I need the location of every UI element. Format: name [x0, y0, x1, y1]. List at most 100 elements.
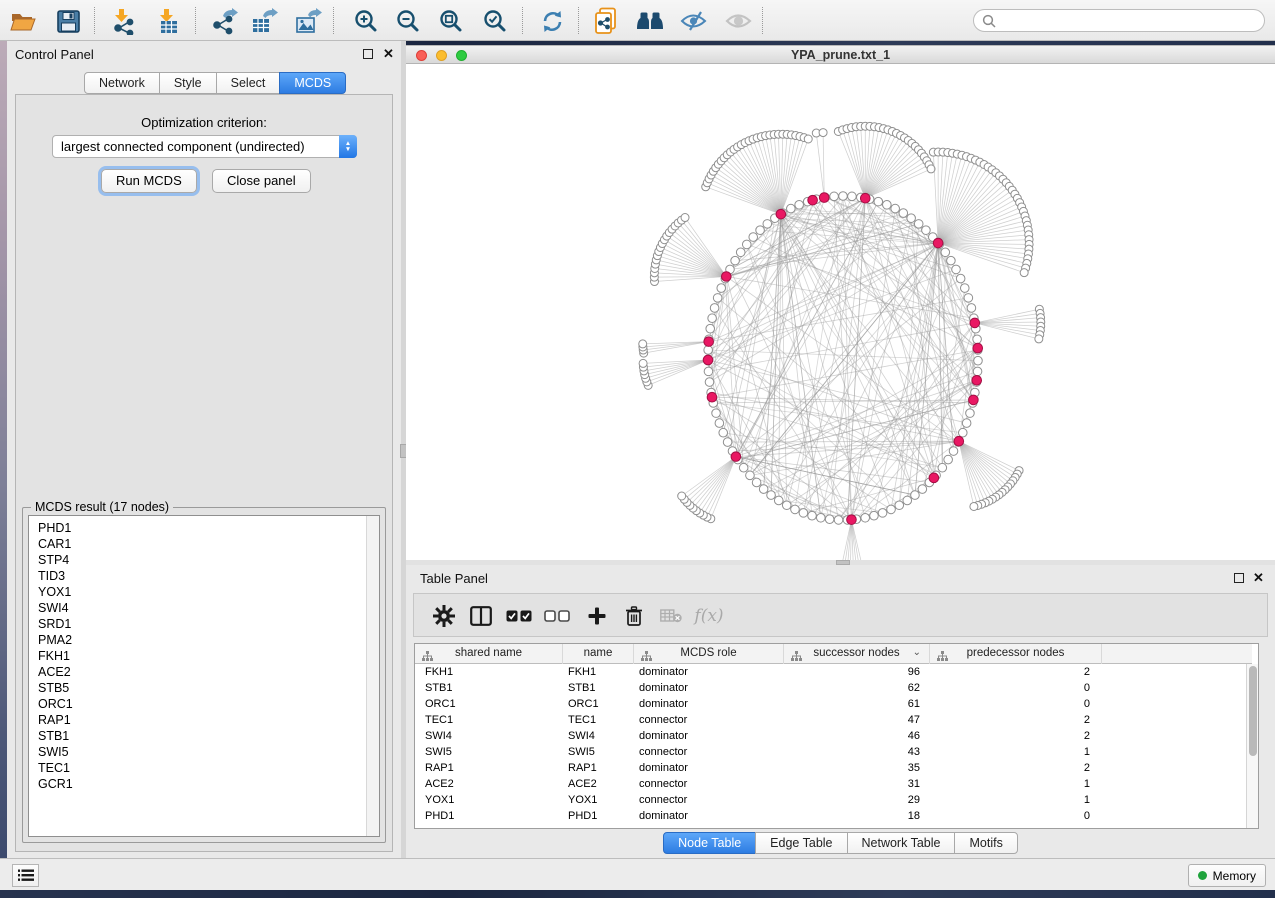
select-all-columns-button[interactable] [504, 601, 534, 631]
network-node[interactable] [749, 233, 758, 242]
network-node[interactable] [895, 501, 904, 510]
network-node[interactable] [804, 135, 812, 143]
network-node[interactable] [958, 428, 967, 437]
network-node[interactable] [712, 409, 721, 418]
network-node[interactable] [966, 409, 975, 418]
network-node[interactable] [713, 294, 722, 303]
network-node[interactable] [1035, 335, 1043, 343]
mcds-hub-node[interactable] [933, 238, 943, 248]
network-node[interactable] [967, 304, 976, 313]
table-row[interactable]: RAP1RAP1dominator352 [415, 760, 1252, 776]
mcds-hub-node[interactable] [969, 395, 979, 405]
mcds-result-item[interactable]: STB1 [29, 728, 379, 744]
mcds-result-item[interactable]: SWI4 [29, 600, 379, 616]
network-node[interactable] [763, 220, 772, 229]
table-row[interactable]: YOX1YOX1connector291 [415, 792, 1252, 808]
network-node[interactable] [639, 340, 647, 348]
mcds-hub-node[interactable] [970, 318, 980, 328]
new-network-from-selection-button[interactable] [591, 6, 621, 36]
mcds-hub-node[interactable] [707, 392, 717, 402]
network-node[interactable] [715, 419, 724, 428]
network-node[interactable] [736, 248, 745, 257]
network-node[interactable] [973, 335, 982, 344]
mcds-list-scrollbar[interactable] [366, 516, 379, 836]
scrollbar-thumb[interactable] [1249, 666, 1257, 756]
network-node[interactable] [944, 455, 953, 464]
network-node[interactable] [639, 359, 647, 367]
network-node[interactable] [1020, 269, 1028, 277]
table-row[interactable]: SWI5SWI5connector431 [415, 744, 1252, 760]
update-layout-button[interactable] [537, 6, 567, 36]
mcds-hub-node[interactable] [703, 355, 713, 365]
hide-selected-graphics-button[interactable] [678, 6, 708, 36]
zoom-out-button[interactable] [393, 6, 423, 36]
network-node[interactable] [839, 192, 848, 201]
network-node[interactable] [799, 509, 808, 518]
tab-node-table[interactable]: Node Table [663, 832, 756, 854]
tab-style[interactable]: Style [159, 72, 217, 94]
float-panel-icon[interactable] [1234, 573, 1244, 583]
network-node[interactable] [861, 513, 870, 522]
network-node[interactable] [731, 256, 740, 265]
mcds-hub-node[interactable] [954, 436, 964, 446]
close-panel-button[interactable]: Close panel [212, 169, 311, 193]
network-node[interactable] [956, 274, 965, 283]
table-row[interactable]: ACE2ACE2connector311 [415, 776, 1252, 792]
network-node[interactable] [970, 502, 978, 510]
mcds-result-item[interactable]: CAR1 [29, 536, 379, 552]
import-network-button[interactable] [109, 6, 139, 36]
network-node[interactable] [678, 492, 686, 500]
tab-network-table[interactable]: Network Table [847, 832, 956, 854]
network-node[interactable] [952, 265, 961, 274]
mcds-result-item[interactable]: PHD1 [29, 520, 379, 536]
function-builder-button[interactable]: f(x) [694, 601, 724, 631]
network-node[interactable] [681, 214, 689, 222]
network-node[interactable] [705, 378, 714, 387]
mcds-hub-node[interactable] [776, 209, 786, 219]
search-field[interactable] [973, 9, 1265, 32]
network-node[interactable] [825, 515, 834, 524]
float-panel-icon[interactable] [363, 49, 373, 59]
network-node[interactable] [883, 200, 892, 209]
network-node[interactable] [870, 511, 879, 520]
mcds-hub-node[interactable] [929, 473, 939, 483]
export-image-button[interactable] [293, 6, 323, 36]
search-input[interactable] [1001, 14, 1256, 28]
column-layout-button[interactable] [466, 601, 496, 631]
network-node[interactable] [808, 511, 817, 520]
delete-columns-button[interactable] [619, 601, 649, 631]
mcds-result-item[interactable]: ORC1 [29, 696, 379, 712]
network-node[interactable] [774, 496, 783, 505]
mcds-result-item[interactable]: TID3 [29, 568, 379, 584]
tab-select[interactable]: Select [216, 72, 281, 94]
network-node[interactable] [914, 220, 923, 229]
network-node[interactable] [903, 496, 912, 505]
mcds-result-item[interactable]: SRD1 [29, 616, 379, 632]
mcds-hub-node[interactable] [860, 193, 870, 203]
mcds-hub-node[interactable] [704, 337, 714, 347]
network-node[interactable] [708, 314, 717, 323]
table-row[interactable]: ORC1ORC1dominator610 [415, 696, 1252, 712]
network-node[interactable] [938, 463, 947, 472]
mcds-result-item[interactable]: RAP1 [29, 712, 379, 728]
network-node[interactable] [911, 491, 920, 500]
network-node[interactable] [918, 485, 927, 494]
table-row[interactable]: PHD1PHD1dominator180 [415, 808, 1252, 824]
mcds-hub-node[interactable] [847, 515, 857, 525]
memory-button[interactable]: Memory [1188, 864, 1266, 887]
network-node[interactable] [922, 226, 931, 235]
network-node[interactable] [756, 226, 765, 235]
create-column-button[interactable] [582, 601, 612, 631]
network-node[interactable] [941, 248, 950, 257]
criterion-dropdown[interactable]: largest connected component (undirected)… [52, 135, 357, 158]
network-node[interactable] [704, 367, 713, 376]
table-row[interactable]: FKH1FKH1dominator962 [415, 664, 1252, 680]
tab-edge-table[interactable]: Edge Table [755, 832, 847, 854]
mcds-result-item[interactable]: PMA2 [29, 632, 379, 648]
network-node[interactable] [795, 200, 804, 209]
network-node[interactable] [704, 346, 713, 355]
close-panel-icon[interactable]: ✕ [383, 46, 394, 62]
mcds-hub-node[interactable] [973, 343, 983, 353]
network-node[interactable] [974, 356, 983, 365]
show-graphics-details-button[interactable] [723, 6, 753, 36]
